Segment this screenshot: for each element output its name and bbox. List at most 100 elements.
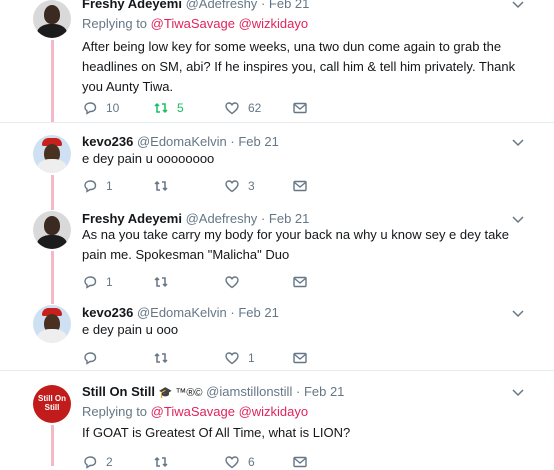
retweet-icon xyxy=(154,102,168,114)
chevron-down-icon[interactable] xyxy=(512,307,524,319)
avatar[interactable]: Still On Still xyxy=(33,385,71,423)
display-name[interactable]: Freshy Adeyemi xyxy=(82,211,182,226)
retweet-count: 5 xyxy=(177,101,184,115)
envelope-icon xyxy=(293,352,307,364)
retweet-button[interactable] xyxy=(153,350,177,366)
avatar[interactable] xyxy=(33,0,71,38)
tweet[interactable]: Freshy Adeyemi @Adefreshy · Feb 21 Reply… xyxy=(0,0,554,123)
tweet[interactable]: Still On Still Still On Still 🎓 ™®© @iam… xyxy=(0,371,554,469)
like-button[interactable]: 1 xyxy=(224,350,255,366)
tweet[interactable]: kevo236 @EdomaKelvin · Feb 21 e dey pain… xyxy=(0,298,554,371)
separator-dot: · xyxy=(230,305,235,320)
reply-icon xyxy=(84,180,97,193)
timestamp[interactable]: Feb 21 xyxy=(238,305,278,320)
display-name[interactable]: kevo236 xyxy=(82,305,133,320)
tweet-text: If GOAT is Greatest Of All Time, what is… xyxy=(82,425,351,440)
like-count: 3 xyxy=(248,179,255,193)
replying-to: Replying to @TiwaSavage @wizkidayo xyxy=(82,16,308,31)
reply-button[interactable] xyxy=(82,350,106,366)
retweet-button[interactable] xyxy=(153,274,177,290)
display-name[interactable]: Still On Still xyxy=(82,384,155,399)
tweet-header: kevo236 @EdomaKelvin · Feb 21 xyxy=(82,134,279,149)
avatar[interactable] xyxy=(33,305,71,343)
like-count: 1 xyxy=(248,351,255,365)
tweet[interactable]: Freshy Adeyemi @Adefreshy · Feb 21 As na… xyxy=(0,205,554,298)
tweet[interactable]: kevo236 @EdomaKelvin · Feb 21 e dey pain… xyxy=(0,123,554,205)
message-button[interactable] xyxy=(292,350,308,366)
like-button[interactable]: 3 xyxy=(224,178,255,194)
display-name[interactable]: kevo236 xyxy=(82,134,133,149)
heart-icon xyxy=(225,352,239,365)
user-handle[interactable]: @iamstillonstill xyxy=(206,384,292,399)
retweet-icon xyxy=(154,352,168,364)
retweet-button[interactable] xyxy=(153,454,177,470)
tweet-header: Still On Still 🎓 ™®© @iamstillonstill · … xyxy=(82,384,344,399)
avatar-body xyxy=(37,329,67,343)
tweet-header: Freshy Adeyemi @Adefreshy · Feb 21 xyxy=(82,211,309,226)
thread-line xyxy=(51,40,54,122)
reply-button[interactable]: 1 xyxy=(82,274,113,290)
heart-icon xyxy=(225,180,239,193)
thread-line xyxy=(51,251,54,298)
heart-icon xyxy=(225,456,239,469)
thread-line xyxy=(51,205,54,210)
separator-dot: · xyxy=(230,134,235,149)
retweet-button[interactable] xyxy=(153,178,177,194)
timestamp[interactable]: Feb 21 xyxy=(238,134,278,149)
thread-line xyxy=(51,175,54,205)
chevron-down-icon[interactable] xyxy=(512,136,524,148)
envelope-icon xyxy=(293,102,307,114)
avatar-head xyxy=(44,5,60,24)
avatar[interactable] xyxy=(33,135,71,173)
mention-link[interactable]: @TiwaSavage xyxy=(151,16,235,31)
mention-link[interactable]: @wizkidayo xyxy=(239,404,309,419)
reply-icon xyxy=(84,456,97,469)
tweet-text: As na you take carry my body for your ba… xyxy=(82,227,510,262)
replying-to: Replying to @TiwaSavage @wizkidayo xyxy=(82,404,308,419)
avatar-body xyxy=(37,159,67,173)
message-button[interactable] xyxy=(292,454,308,470)
chevron-down-icon[interactable] xyxy=(512,213,524,225)
timestamp[interactable]: Feb 21 xyxy=(269,0,309,11)
user-handle[interactable]: @Adefreshy xyxy=(186,211,258,226)
display-name[interactable]: Freshy Adeyemi xyxy=(82,0,182,11)
reply-icon xyxy=(84,102,97,115)
separator-dot: · xyxy=(295,384,301,399)
replying-to-label: Replying to xyxy=(82,404,148,419)
timestamp[interactable]: Feb 21 xyxy=(269,211,309,226)
like-button[interactable]: 62 xyxy=(224,100,261,116)
reply-button[interactable]: 2 xyxy=(82,454,113,470)
user-handle[interactable]: @EdomaKelvin xyxy=(137,134,227,149)
like-count: 6 xyxy=(248,455,255,469)
like-button[interactable] xyxy=(224,274,248,290)
message-button[interactable] xyxy=(292,274,308,290)
heart-icon xyxy=(225,276,239,289)
like-button[interactable]: 6 xyxy=(224,454,255,470)
tweet-text: After being low key for some weeks, una … xyxy=(82,39,516,94)
user-handle[interactable]: @Adefreshy xyxy=(186,0,258,11)
message-button[interactable] xyxy=(292,100,308,116)
thread-line xyxy=(51,425,54,466)
chevron-down-icon[interactable] xyxy=(512,386,524,398)
retweet-button[interactable]: 5 xyxy=(153,100,184,116)
replying-to-label: Replying to xyxy=(82,16,148,31)
reply-count: 10 xyxy=(106,101,120,115)
avatar[interactable] xyxy=(33,211,71,249)
retweet-icon xyxy=(154,456,168,468)
separator-dot: · xyxy=(260,0,266,11)
avatar-body xyxy=(37,24,67,38)
chevron-down-icon[interactable] xyxy=(512,0,524,10)
retweet-icon xyxy=(154,276,168,288)
mention-link[interactable]: @TiwaSavage xyxy=(151,404,235,419)
envelope-icon xyxy=(293,276,307,288)
avatar-body xyxy=(37,235,67,249)
user-handle[interactable]: @EdomaKelvin xyxy=(137,305,227,320)
mention-link[interactable]: @wizkidayo xyxy=(239,16,309,31)
reply-icon xyxy=(84,352,97,365)
timestamp[interactable]: Feb 21 xyxy=(304,384,344,399)
reply-count: 1 xyxy=(106,275,113,289)
reply-button[interactable]: 10 xyxy=(82,100,119,116)
reply-button[interactable]: 1 xyxy=(82,178,113,194)
message-button[interactable] xyxy=(292,178,308,194)
reply-count: 1 xyxy=(106,179,113,193)
